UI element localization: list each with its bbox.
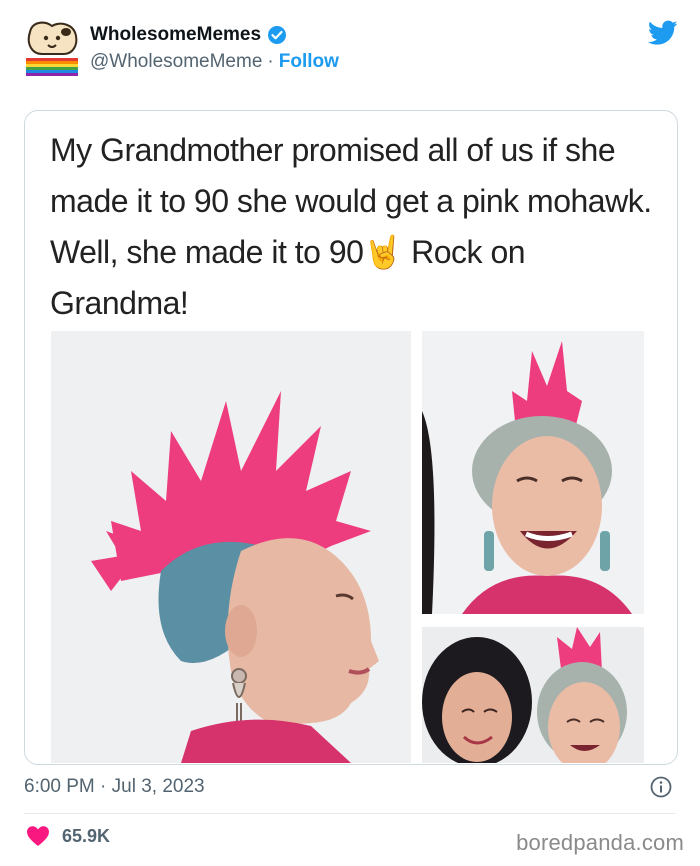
info-icon[interactable] [650, 776, 672, 798]
twitter-bird-icon[interactable] [648, 20, 678, 46]
like-count: 65.9K [62, 825, 111, 846]
verified-badge-icon [267, 25, 287, 45]
grandma-smiling-photo [422, 331, 644, 614]
grandma-with-companion-photo [422, 627, 644, 763]
follow-button[interactable]: Follow [279, 51, 339, 72]
author-display-name[interactable]: WholesomeMemes [90, 24, 261, 46]
grandma-profile-photo [51, 331, 411, 763]
source-watermark: boredpanda.com [516, 830, 684, 855]
like-action[interactable]: 65.9K [26, 825, 110, 847]
author-handle-row: @WholesomeMeme · Follow [90, 51, 339, 73]
photo-collage [51, 331, 655, 763]
dog-avatar-icon[interactable] [22, 18, 82, 78]
embedded-image-card[interactable]: My Grandmother promised all of us if she… [24, 110, 678, 765]
author-handle[interactable]: @WholesomeMeme [90, 51, 262, 72]
post-timestamp[interactable]: 6:00 PM · Jul 3, 2023 [24, 776, 205, 798]
author-name-row: WholesomeMemes [90, 24, 287, 46]
footer-divider [24, 813, 676, 814]
separator-dot: · [267, 51, 274, 72]
heart-icon[interactable] [26, 825, 50, 847]
tweet-card: WholesomeMemes @WholesomeMeme · Follow My … [0, 0, 700, 866]
post-caption: My Grandmother promised all of us if she… [50, 132, 652, 321]
